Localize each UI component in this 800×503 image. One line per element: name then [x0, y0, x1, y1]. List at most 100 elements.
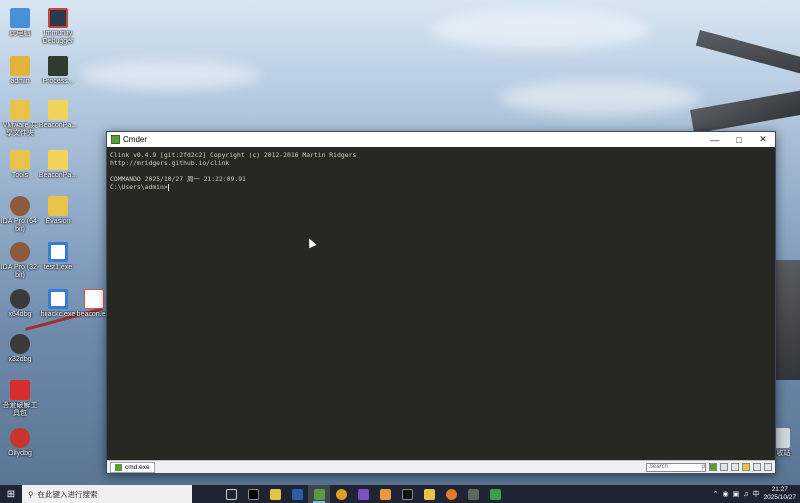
minimize-button[interactable]: — — [703, 132, 727, 147]
desktop-icon-beaconpa-1[interactable]: BeaconPa... — [38, 100, 78, 130]
desktop-icon-this-pc[interactable]: 此电脑 — [0, 8, 40, 38]
settings-menu-button[interactable] — [764, 463, 772, 471]
chrome-icon — [335, 488, 347, 500]
ida-pro-icon — [10, 196, 30, 216]
desktop-icon-admin[interactable]: admin — [0, 56, 40, 86]
taskbar-search-input[interactable]: ⚲ 在此键入进行搜索 — [22, 485, 192, 503]
status-bar: cmd.exe Search ⚲ — [107, 460, 775, 473]
ime-indicator[interactable]: 中 — [752, 489, 759, 499]
new-console-button[interactable] — [709, 463, 717, 471]
desktop-icon-vmware-shared[interactable]: VMware 共享文件夹 — [0, 100, 40, 138]
taskbar-app-terminal[interactable] — [396, 485, 418, 503]
visual-studio-icon — [357, 488, 369, 500]
window-titlebar[interactable]: Cmder — □ ✕ — [107, 132, 775, 147]
taskbar-app-visual-studio[interactable] — [352, 485, 374, 503]
magnifier-icon — [445, 488, 457, 500]
console-output[interactable]: Clink v0.4.9 [git:2fd2c2] Copyright (c) … — [107, 147, 775, 460]
taskbar-app-green[interactable] — [484, 485, 506, 503]
window-list-button[interactable] — [753, 463, 761, 471]
text-cursor — [167, 183, 169, 191]
folder-icon — [10, 100, 30, 120]
user-folder-icon — [10, 56, 30, 76]
ollydbg-icon — [10, 428, 30, 448]
terminal-icon — [247, 488, 259, 500]
cmder-icon — [111, 135, 120, 144]
taskbar: ⊞ ⚲ 在此键入进行搜索 ⌃ ◉ ▣ ♫ 中 21:27 2025/10/27 — [0, 485, 800, 503]
taskbar-app-misc[interactable] — [374, 485, 396, 503]
console-tab[interactable]: cmd.exe — [110, 461, 155, 473]
task-view-button[interactable] — [220, 485, 242, 503]
desktop-icon-immunity-debugger[interactable]: Immunity Debugger — [38, 8, 78, 46]
folder-icon — [423, 488, 435, 500]
search-placeholder: Search — [649, 464, 669, 470]
cmder-icon — [313, 488, 325, 500]
desktop-icon-tools[interactable]: Tools — [0, 150, 40, 180]
lock-icon[interactable] — [742, 463, 750, 471]
pdf-icon — [84, 289, 104, 309]
network-icon[interactable]: ▣ — [733, 490, 740, 498]
task-view-icon — [225, 488, 237, 500]
taskbar-app-cmd[interactable] — [242, 485, 264, 503]
cmder-window[interactable]: Cmder — □ ✕ Clink v0.4.9 [git:2fd2c2] Co… — [106, 131, 776, 474]
folder-icon — [48, 196, 68, 216]
ida-pro-icon — [10, 242, 30, 262]
clock-time: 21:27 — [771, 486, 788, 493]
exe-icon — [48, 242, 68, 262]
immunity-debugger-icon — [48, 8, 68, 28]
close-button[interactable]: ✕ — [751, 132, 775, 147]
chevron-down-icon[interactable] — [720, 463, 728, 471]
console-line: Clink v0.4.9 [git:2fd2c2] Copyright (c) … — [110, 151, 357, 159]
start-button[interactable]: ⊞ — [0, 485, 22, 503]
desktop-icon-x64dbg[interactable]: x64dbg — [0, 289, 40, 319]
console-tab-label: cmd.exe — [125, 463, 150, 471]
powershell-icon — [291, 488, 303, 500]
desktop-icon-test1[interactable]: test1.exe — [38, 242, 78, 272]
view-button[interactable] — [731, 463, 739, 471]
folder-icon — [10, 150, 30, 170]
chevron-up-icon[interactable]: ⌃ — [713, 490, 719, 498]
desktop-icon-52pojie-toolkit[interactable]: 吾爱破解工具包 — [0, 380, 40, 418]
status-bar-controls: Search ⚲ — [646, 462, 775, 472]
system-tray: ⌃ ◉ ▣ ♫ 中 21:27 2025/10/27 — [713, 486, 800, 502]
file-icon — [48, 150, 68, 170]
clock[interactable]: 21:27 2025/10/27 — [763, 486, 796, 502]
taskbar-app-chrome[interactable] — [330, 485, 352, 503]
cmd-icon — [115, 463, 122, 471]
desktop-icon-ollydbg[interactable]: Ollydbg — [0, 428, 40, 458]
window-title: Cmder — [123, 135, 148, 144]
taskbar-app-cmder[interactable] — [308, 485, 330, 503]
taskbar-app-monitor[interactable] — [462, 485, 484, 503]
desktop-icon-process[interactable]: Process... — [38, 56, 78, 86]
volume-icon[interactable]: ♫ — [743, 491, 748, 498]
desktop-icon-ida-pro-64[interactable]: IDA Pro (64-bit) — [0, 196, 40, 234]
desktop-icon-evasion[interactable]: Evasion — [38, 196, 78, 226]
taskbar-search-placeholder: 在此键入进行搜索 — [37, 489, 98, 499]
maximize-button[interactable]: □ — [727, 132, 751, 147]
taskbar-app-explorer[interactable] — [264, 485, 286, 503]
app-icon — [379, 488, 391, 500]
desktop-icon-ida-pro-32[interactable]: IDA Pro (32-bit) — [0, 242, 40, 280]
exe-icon — [48, 289, 68, 309]
desktop-icon-x32dbg[interactable]: x32dbg — [0, 334, 40, 364]
monitor-icon — [467, 488, 479, 500]
search-icon: ⚲ — [28, 489, 34, 499]
terminal-icon — [401, 488, 413, 500]
toolkit-icon — [10, 380, 30, 400]
clock-date: 2025/10/27 — [763, 494, 796, 501]
desktop-icon-hijackc[interactable]: hijackc.exe — [38, 289, 78, 319]
folder-icon — [269, 488, 281, 500]
taskbar-app-search-tool[interactable] — [440, 485, 462, 503]
file-icon — [48, 100, 68, 120]
console-line: http://mridgers.github.io/clink — [110, 159, 230, 167]
taskbar-app-powershell[interactable] — [286, 485, 308, 503]
desktop-icon-beaconpa-2[interactable]: BeaconPa... — [38, 150, 78, 180]
taskbar-app-files[interactable] — [418, 485, 440, 503]
app-icon — [489, 488, 501, 500]
shield-icon[interactable]: ◉ — [722, 490, 728, 498]
search-icon: ⚲ — [700, 464, 705, 471]
computer-icon — [10, 8, 30, 28]
console-prompt: C:\Users\admin> — [110, 183, 168, 191]
console-search-input[interactable]: Search ⚲ — [646, 462, 706, 472]
x64dbg-icon — [10, 289, 30, 309]
